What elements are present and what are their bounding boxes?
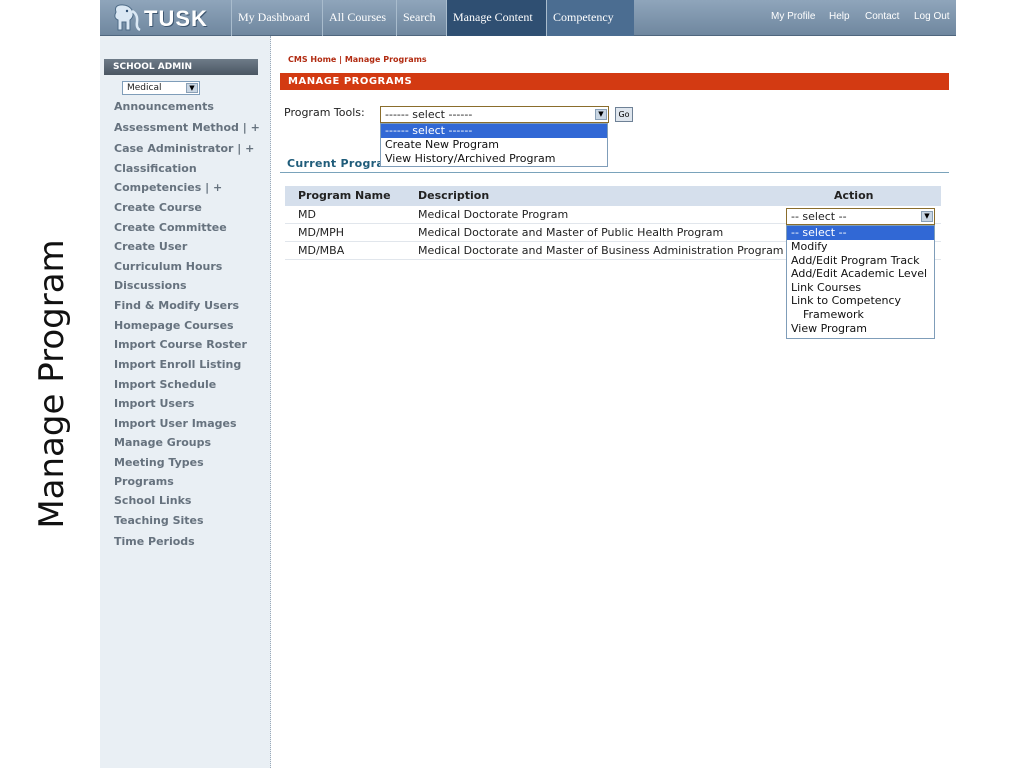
sidebar-item-teaching-sites[interactable]: Teaching Sites xyxy=(114,514,204,527)
action-select-value: -- select -- xyxy=(791,210,847,223)
school-select-value: Medical xyxy=(127,83,162,93)
chevron-down-icon[interactable]: ▼ xyxy=(595,109,607,120)
page-title: MANAGE PROGRAMS xyxy=(280,73,949,90)
action-option-add-edit-academic-level[interactable]: Add/Edit Academic Level xyxy=(787,267,934,281)
sidebar-item-case-administrator[interactable]: Case Administrator | + xyxy=(114,142,254,155)
sidebar-item-discussions[interactable]: Discussions xyxy=(114,279,187,292)
sidebar-item-import-schedule[interactable]: Import Schedule xyxy=(114,378,216,391)
tab-competency[interactable]: Competency xyxy=(546,0,634,36)
action-option-link-to-competency[interactable]: Link to Competency xyxy=(787,294,934,308)
help-link[interactable]: Help xyxy=(829,11,850,22)
program-name: MD/MBA xyxy=(298,244,345,257)
slide-caption: Manage Program xyxy=(32,239,72,529)
sidebar-item-curriculum-hours[interactable]: Curriculum Hours xyxy=(114,260,222,273)
dropdown-option-view-history[interactable]: View History/Archived Program xyxy=(381,152,607,166)
sidebar-item-find-modify-users[interactable]: Find & Modify Users xyxy=(114,299,239,312)
sidebar-item-create-committee[interactable]: Create Committee xyxy=(114,221,227,234)
tab-my-dashboard[interactable]: My Dashboard xyxy=(231,0,316,36)
action-option-select[interactable]: -- select -- xyxy=(787,226,934,240)
sidebar-item-import-users[interactable]: Import Users xyxy=(114,397,194,410)
breadcrumb[interactable]: CMS Home | Manage Programs xyxy=(288,55,427,64)
sidebar-header: SCHOOL ADMIN xyxy=(104,59,258,75)
chevron-down-icon[interactable]: ▼ xyxy=(921,211,933,222)
sidebar-item-announcements[interactable]: Announcements xyxy=(114,100,214,113)
go-button[interactable]: Go xyxy=(615,107,633,122)
sidebar-item-meeting-types[interactable]: Meeting Types xyxy=(114,456,204,469)
sidebar-item-classification[interactable]: Classification xyxy=(114,162,197,175)
log-out-link[interactable]: Log Out xyxy=(914,11,950,22)
sidebar-item-time-periods[interactable]: Time Periods xyxy=(114,535,195,548)
sidebar-item-import-user-images[interactable]: Import User Images xyxy=(114,417,237,430)
program-tools-select-value: ------ select ------ xyxy=(385,108,473,121)
table-header: Program Name Description Action xyxy=(285,186,941,206)
program-tools-label: Program Tools: xyxy=(284,106,365,119)
program-tools-dropdown: ------ select ------ Create New Program … xyxy=(380,123,608,167)
sidebar-item-manage-groups[interactable]: Manage Groups xyxy=(114,436,211,449)
section-divider xyxy=(280,172,949,173)
chevron-down-icon[interactable]: ▼ xyxy=(186,83,198,93)
logo-text: TUSK xyxy=(144,6,208,31)
action-option-framework[interactable]: Framework xyxy=(787,308,934,322)
program-name: MD xyxy=(298,208,316,221)
dropdown-option-select[interactable]: ------ select ------ xyxy=(381,124,607,138)
program-description: Medical Doctorate and Master of Public H… xyxy=(418,226,724,239)
sidebar-item-programs[interactable]: Programs xyxy=(114,475,174,488)
sidebar-item-school-links[interactable]: School Links xyxy=(114,494,191,507)
tusk-logo[interactable]: TUSK xyxy=(108,2,232,34)
action-select[interactable]: -- select -- ▼ xyxy=(786,208,935,225)
action-option-add-edit-program-track[interactable]: Add/Edit Program Track xyxy=(787,254,934,268)
school-select[interactable]: Medical ▼ xyxy=(122,81,200,95)
sidebar-item-import-enroll-listing[interactable]: Import Enroll Listing xyxy=(114,358,241,371)
action-dropdown: -- select -- Modify Add/Edit Program Tra… xyxy=(786,225,935,340)
tab-all-courses[interactable]: All Courses xyxy=(322,0,392,36)
sidebar: SCHOOL ADMIN Medical ▼ Announcements Ass… xyxy=(100,36,271,768)
top-navigation-bar: TUSK My Dashboard All Courses Search Man… xyxy=(100,0,956,36)
sidebar-item-competencies[interactable]: Competencies | + xyxy=(114,181,222,194)
contact-link[interactable]: Contact xyxy=(865,11,899,22)
program-tools-select[interactable]: ------ select ------ ▼ xyxy=(380,106,609,123)
tab-search[interactable]: Search xyxy=(396,0,442,36)
sidebar-item-homepage-courses[interactable]: Homepage Courses xyxy=(114,319,234,332)
my-profile-link[interactable]: My Profile xyxy=(771,11,815,22)
elephant-logo-icon xyxy=(114,4,141,32)
tab-manage-content[interactable]: Manage Content xyxy=(446,0,546,36)
sidebar-item-import-course-roster[interactable]: Import Course Roster xyxy=(114,338,247,351)
sidebar-item-create-course[interactable]: Create Course xyxy=(114,201,202,214)
column-header-program-name: Program Name xyxy=(298,189,391,202)
column-header-description: Description xyxy=(418,189,490,202)
action-option-modify[interactable]: Modify xyxy=(787,240,934,254)
column-header-action: Action xyxy=(834,189,874,202)
dropdown-option-create-new-program[interactable]: Create New Program xyxy=(381,138,607,152)
program-description: Medical Doctorate and Master of Business… xyxy=(418,244,784,257)
program-description: Medical Doctorate Program xyxy=(418,208,569,221)
program-name: MD/MPH xyxy=(298,226,345,239)
action-option-link-courses[interactable]: Link Courses xyxy=(787,281,934,295)
sidebar-item-assessment-method[interactable]: Assessment Method | + xyxy=(114,121,260,134)
action-option-view-program[interactable]: View Program xyxy=(787,322,934,336)
sidebar-item-create-user[interactable]: Create User xyxy=(114,240,187,253)
